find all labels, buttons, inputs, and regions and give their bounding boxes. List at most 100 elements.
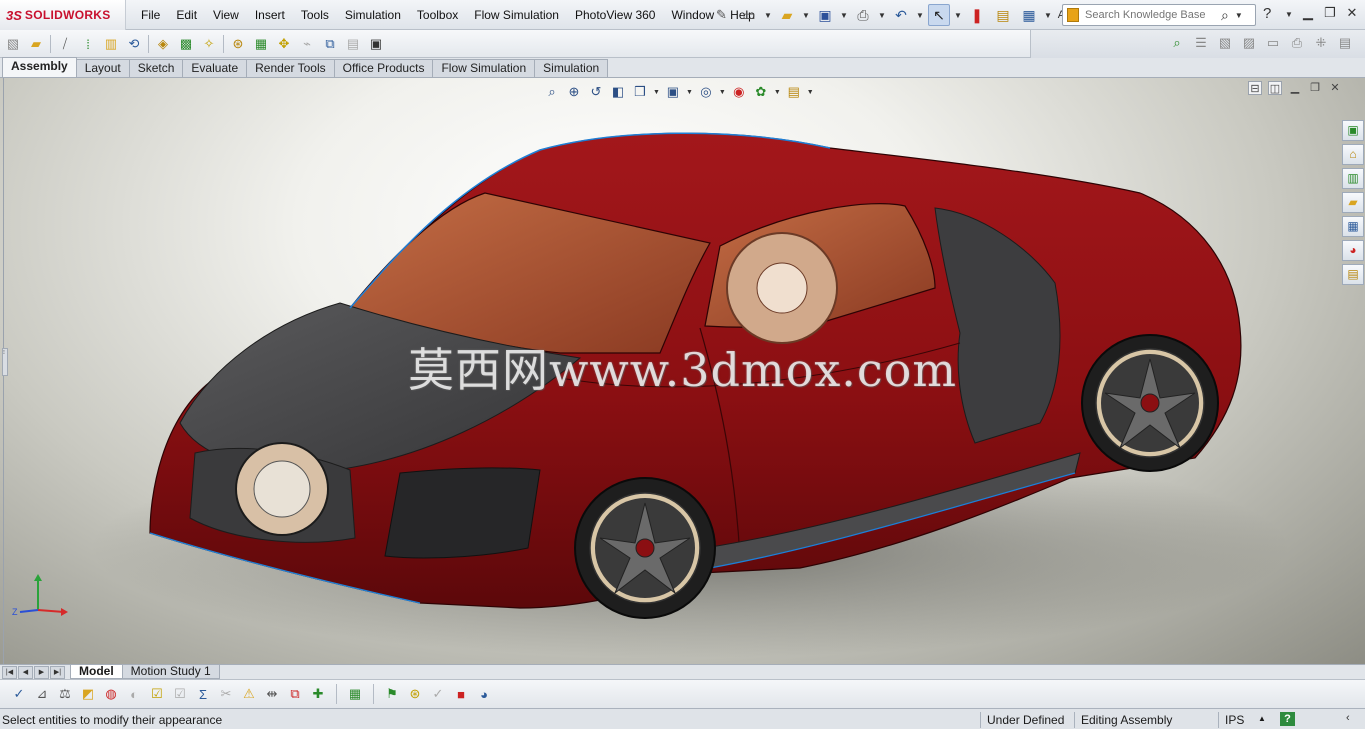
grid-view-icon[interactable]: ⁜ [1312, 34, 1330, 52]
insert-components-icon[interactable]: ▰ [27, 35, 45, 53]
reference-geometry-icon[interactable]: ✧ [200, 35, 218, 53]
split-vertical-icon[interactable]: ◫ [1268, 81, 1282, 95]
menu-file[interactable]: File [133, 0, 168, 30]
search-input[interactable] [1085, 9, 1217, 21]
tab-model[interactable]: Model [70, 665, 123, 679]
pin-menu-icon[interactable]: ✎ [716, 7, 727, 23]
view-orientation-dropdown[interactable]: ▼ [653, 89, 660, 96]
menu-view[interactable]: View [205, 0, 247, 30]
display-style-icon[interactable]: ▣ [664, 84, 682, 100]
new-dropdown-arrow[interactable]: ▼ [764, 11, 772, 20]
draft-analysis-icon[interactable]: ✚ [309, 685, 327, 703]
interference-detection-icon[interactable]: ⧉ [321, 35, 339, 53]
custom-properties-icon[interactable]: ▤ [1342, 264, 1364, 285]
home-icon[interactable]: ⌂ [1342, 144, 1364, 165]
undo-icon[interactable]: ↶ [890, 4, 912, 26]
instant-3d-icon[interactable]: ▣ [367, 35, 385, 53]
first-tab-arrow[interactable]: |◀ [2, 666, 17, 679]
edit-appearance-icon[interactable]: ◉ [730, 84, 748, 100]
view-orientation-icon[interactable]: ▧ [1216, 34, 1234, 52]
design-library-icon[interactable]: ▥ [1342, 168, 1364, 189]
menu-toolbox[interactable]: Toolbox [409, 0, 466, 30]
graphics-area[interactable]: 莫西网www.3dmox.com ⌕ ⊕ ↺ ◧ ❒ ▼ ▣ ▼ ◎ ▼ ◉ ✿ ▼ ▤… [0, 78, 1365, 664]
menu-insert[interactable]: Insert [247, 0, 293, 30]
mass-properties-icon[interactable]: ⚖ [56, 685, 74, 703]
view-orientation-icon[interactable]: ❒ [631, 84, 649, 100]
costing-icon[interactable]: ⊛ [406, 685, 424, 703]
linear-pattern-icon[interactable]: ⁞ [79, 35, 97, 53]
thickness-analysis-icon[interactable]: ⇹ [263, 685, 281, 703]
quick-tips-help-icon[interactable]: ? [1280, 712, 1295, 726]
clearance-verification-icon[interactable]: ▤ [344, 35, 362, 53]
save-dropdown-arrow[interactable]: ▼ [840, 11, 848, 20]
mate-icon[interactable]: ⧸ [56, 35, 74, 53]
solidworks-resources-icon[interactable]: ▣ [1342, 120, 1364, 141]
expand-status-icon[interactable]: ‹ [1346, 712, 1350, 724]
print-view-icon[interactable]: ⎙ [1288, 34, 1306, 52]
new-motion-study-icon[interactable]: ⊛ [229, 35, 247, 53]
undo-dropdown-arrow[interactable]: ▼ [916, 11, 924, 20]
warning-icon[interactable]: ⚠ [240, 685, 258, 703]
next-tab-arrow[interactable]: ▶ [34, 666, 49, 679]
view-palette-icon[interactable]: ▦ [1342, 216, 1364, 237]
hide-show-items-icon[interactable]: ◎ [697, 84, 715, 100]
explode-line-sketch-icon[interactable]: ⌁ [298, 35, 316, 53]
geometry-analysis-icon[interactable]: ☑ [171, 685, 189, 703]
exploded-view-icon[interactable]: ✥ [275, 35, 293, 53]
tab-sketch[interactable]: Sketch [128, 59, 184, 77]
tab-assembly[interactable]: Assembly [2, 57, 77, 77]
stop-icon[interactable]: ■ [452, 685, 470, 703]
compare-documents-icon[interactable]: ▦ [346, 685, 364, 703]
save-icon[interactable]: ▣ [814, 4, 836, 26]
menu-tools[interactable]: Tools [293, 0, 337, 30]
edit-component-icon[interactable]: ▧ [4, 35, 22, 53]
minimize-window-icon[interactable]: ▁ [1298, 5, 1318, 23]
scene-view-icon[interactable]: ▤ [1336, 34, 1354, 52]
view-settings-icon[interactable]: ▤ [785, 84, 803, 100]
section-properties-icon[interactable]: ◩ [79, 685, 97, 703]
bill-of-materials-icon[interactable]: ▦ [252, 35, 270, 53]
apply-scene-icon[interactable]: ✿ [752, 84, 770, 100]
new-document-icon[interactable]: ▭ [738, 4, 760, 26]
select-pointer-icon[interactable]: ↖ [928, 4, 950, 26]
menu-edit[interactable]: Edit [168, 0, 205, 30]
previous-tab-arrow[interactable]: ◀ [18, 666, 33, 679]
assembly-features-icon[interactable]: ▩ [177, 35, 195, 53]
solidworks-logo[interactable]: 3S SOLIDWORKS [0, 0, 126, 30]
show-hide-icon[interactable]: ◐ [125, 685, 143, 703]
print-icon[interactable]: ⎙ [852, 4, 874, 26]
rebuild-traffic-light-icon[interactable]: ❚ [966, 4, 988, 26]
sustainability-icon[interactable]: ✓ [429, 685, 447, 703]
open-dropdown-arrow[interactable]: ▼ [802, 11, 810, 20]
design-checker-icon[interactable]: ⚑ [383, 685, 401, 703]
close-window-icon[interactable]: ✕ [1342, 5, 1362, 23]
move-component-icon[interactable]: ⟲ [125, 35, 143, 53]
viewport-restore-icon[interactable]: ❐ [1308, 81, 1322, 95]
tab-flow-simulation[interactable]: Flow Simulation [432, 59, 536, 77]
measure-icon[interactable]: ⊿ [33, 685, 51, 703]
status-units[interactable]: IPS [1218, 712, 1244, 728]
search-options-dropdown[interactable]: ▼ [1235, 11, 1243, 20]
help-icon[interactable]: ? [1263, 5, 1271, 22]
smart-fasteners-icon[interactable]: ▥ [102, 35, 120, 53]
section-view-icon[interactable]: ◧ [609, 84, 627, 100]
view-settings-dropdown[interactable]: ▼ [807, 89, 814, 96]
menu-simulation[interactable]: Simulation [337, 0, 409, 30]
deviation-analysis-icon[interactable]: ⧉ [286, 685, 304, 703]
appearances-scenes-icon[interactable]: ◕ [1342, 240, 1364, 261]
tab-layout[interactable]: Layout [75, 59, 130, 77]
feature-manager-expand-handle[interactable]: ⁝ [2, 348, 8, 376]
units-menu-arrow[interactable]: ▲ [1258, 714, 1266, 723]
tab-simulation[interactable]: Simulation [534, 59, 609, 77]
options-dropdown-arrow[interactable]: ▼ [1044, 11, 1052, 20]
file-explorer-icon[interactable]: ▰ [1342, 192, 1364, 213]
tab-render-tools[interactable]: Render Tools [246, 59, 335, 77]
single-view-icon[interactable]: ▭ [1264, 34, 1282, 52]
tab-office-products[interactable]: Office Products [333, 59, 434, 77]
display-style-dropdown[interactable]: ▼ [686, 89, 693, 96]
zoom-to-area-icon[interactable]: ⊕ [565, 84, 583, 100]
menu-flow-simulation[interactable]: Flow Simulation [466, 0, 567, 30]
restore-window-icon[interactable]: ❐ [1320, 5, 1340, 23]
tab-motion-study-1[interactable]: Motion Study 1 [121, 665, 220, 679]
tile-view-icon[interactable]: ▨ [1240, 34, 1258, 52]
